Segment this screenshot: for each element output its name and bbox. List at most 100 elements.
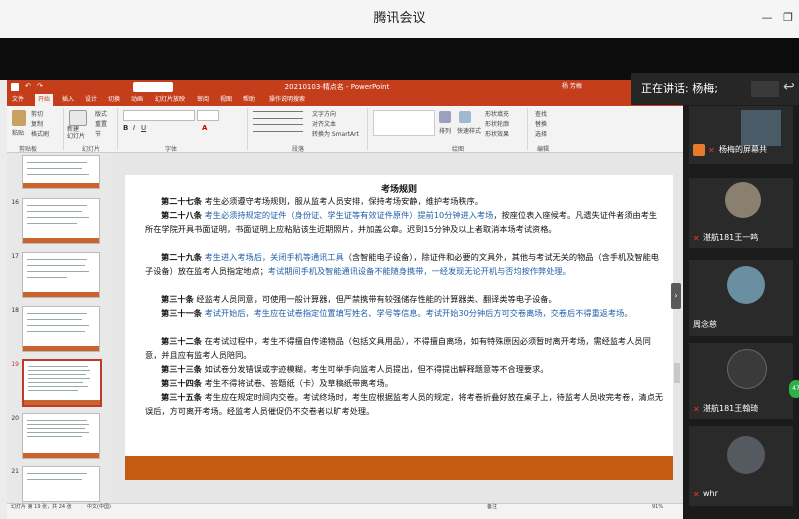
- undo-icon[interactable]: ↶: [25, 82, 31, 90]
- align-text-button[interactable]: 对齐文本: [312, 119, 336, 128]
- redo-icon[interactable]: ↷: [37, 82, 43, 90]
- cut-button[interactable]: 剪切: [31, 109, 43, 118]
- italic-icon[interactable]: I: [133, 124, 135, 132]
- tab-transitions[interactable]: 切换: [108, 94, 120, 106]
- collapse-panel-chevron-icon[interactable]: ›: [671, 283, 681, 309]
- bold-icon[interactable]: B: [123, 124, 128, 132]
- slide-thumbnail-selected[interactable]: [22, 359, 102, 407]
- reset-button[interactable]: 重置: [95, 119, 107, 128]
- ribbon-separator: [527, 108, 528, 150]
- slide-thumbnail[interactable]: [22, 198, 100, 244]
- select-button[interactable]: 选择: [535, 129, 547, 138]
- group-editing-label: 编辑: [537, 146, 550, 153]
- rule-33: 第三十三条 如试卷分发错误或字迹模糊，考生可举手向监考人员提出，但不得提出解释题…: [145, 363, 665, 377]
- participant-name: whr: [703, 489, 718, 498]
- tab-view[interactable]: 视图: [220, 94, 232, 106]
- tab-file[interactable]: 文件: [12, 94, 24, 106]
- quick-styles-icon[interactable]: [459, 111, 471, 123]
- tab-insert[interactable]: 插入: [62, 94, 74, 106]
- group-drawing-label: 绘图: [452, 146, 465, 153]
- rule-label: 第二十八条: [161, 210, 202, 220]
- thumbnail-pane: 16 17 18 19 20 21: [7, 153, 112, 503]
- back-icon[interactable]: ↩: [783, 79, 795, 95]
- bullets-icon[interactable]: [253, 111, 303, 119]
- quick-styles-button[interactable]: 快速样式: [457, 126, 481, 135]
- layout-button[interactable]: 版式: [95, 109, 107, 118]
- tab-review[interactable]: 审阅: [197, 94, 209, 106]
- format-painter-button[interactable]: 格式刷: [31, 129, 49, 138]
- section-button[interactable]: 节: [95, 129, 101, 138]
- group-font-label: 字体: [165, 146, 178, 153]
- ribbon-separator: [367, 108, 368, 150]
- tell-me-search[interactable]: 操作说明搜索: [269, 94, 305, 106]
- powerpoint-window: ↶ ↷ 20210103-精点名 - PowerPoint 杨 芳梅 文件 开始…: [7, 80, 683, 511]
- slide-title: 考场规则: [380, 185, 417, 195]
- shape-outline-button[interactable]: 形状轮廓: [485, 119, 509, 128]
- paste-button[interactable]: 粘贴: [12, 128, 24, 137]
- rule-32: 第三十二条 在考试过程中，考生不得擅自传递物品（包括文具用品），不得擅自离场，如…: [145, 335, 665, 363]
- text-direction-button[interactable]: 文字方向: [312, 109, 336, 118]
- notes-button[interactable]: 备注: [487, 504, 497, 511]
- rule-highlight: 考试期间手机及智能通讯设备不能随身携带，一经发现无论开机与否均按作弊处理。: [267, 265, 571, 276]
- font-color-icon[interactable]: A: [202, 124, 207, 132]
- slide-editing-area: 考场规则 第二十七条 考生必须遵守考场规则，服从监考人员安排，保持考场安静，维护…: [112, 153, 683, 503]
- arrange-icon[interactable]: [439, 111, 451, 123]
- notification-badge: 47: [789, 380, 799, 398]
- new-slide-button[interactable]: 新建 幻灯片: [67, 126, 89, 140]
- vertical-scrollbar[interactable]: [674, 363, 680, 383]
- rule-label: 第二十七条: [161, 196, 202, 206]
- participant-card[interactable]: ✕ 湛航181王翰琦: [689, 343, 793, 419]
- paste-icon[interactable]: [12, 110, 26, 126]
- rule-highlight: 考生必须持规定的证件（身份证、学生证等有效证件原件）提前10分钟进入考场: [204, 210, 494, 220]
- underline-icon[interactable]: U: [141, 124, 146, 132]
- arrange-button[interactable]: 排列: [439, 126, 451, 135]
- tab-animations[interactable]: 动画: [131, 94, 143, 106]
- minimize-icon[interactable]: —: [760, 11, 774, 25]
- participant-name: 湛航181王翰琦: [703, 404, 759, 413]
- current-slide[interactable]: 考场规则 第二十七条 考生必须遵守考场规则，服从监考人员安排，保持考场安静，维护…: [125, 175, 673, 480]
- restore-icon[interactable]: ❐: [781, 11, 795, 25]
- zoom-level[interactable]: 91%: [652, 504, 663, 511]
- tab-help[interactable]: 帮助: [243, 94, 255, 106]
- participant-card[interactable]: ✕ whr: [689, 426, 793, 506]
- slide-count-status: 幻灯片 第 19 张，共 24 张: [11, 504, 72, 510]
- speaking-label: 正在讲话: 杨梅;: [641, 82, 718, 95]
- tab-design[interactable]: 设计: [85, 94, 97, 106]
- tab-slideshow[interactable]: 幻灯片放映: [155, 94, 185, 106]
- slide-thumbnail[interactable]: [22, 413, 100, 459]
- ribbon: 粘贴 剪切 复制 格式刷 剪贴板 新建 幻灯片 版式 重置 节 幻灯片 B I …: [7, 106, 683, 153]
- save-icon[interactable]: [11, 83, 19, 91]
- participant-card[interactable]: ✕ 湛航181王一鸣: [689, 178, 793, 248]
- shape-fill-button[interactable]: 形状填充: [485, 109, 509, 118]
- group-clipboard-label: 剪贴板: [19, 146, 38, 153]
- new-slide-icon[interactable]: [69, 110, 87, 126]
- rule-34: 第三十四条 考生不得将试卷、答题纸（卡）及草稿纸带离考场。: [145, 377, 665, 391]
- rule-text: 考生应在规定时间内交卷。考试终场时，考生应根据监考人员的规定，将考卷折叠好放在桌…: [145, 392, 664, 416]
- shape-effects-button[interactable]: 形状效果: [485, 129, 509, 138]
- slide-thumbnail[interactable]: [22, 466, 100, 502]
- rule-text: 考生必须遵守考场规则，服从监考人员安排，保持考场安静，维护考场秩序。: [204, 196, 483, 206]
- rule-label: 第三十一条: [161, 308, 202, 318]
- copy-button[interactable]: 复制: [31, 119, 43, 128]
- slide-thumbnail[interactable]: [22, 155, 100, 189]
- slide-thumbnail[interactable]: [22, 252, 100, 298]
- find-button[interactable]: 查找: [535, 109, 547, 118]
- participant-name: 湛航181王一鸣: [703, 233, 759, 242]
- participant-card[interactable]: 周念慈: [689, 260, 793, 336]
- language-status: 中文(中国): [87, 504, 111, 510]
- tab-home[interactable]: 开始: [35, 94, 54, 106]
- font-name-select[interactable]: [123, 110, 195, 121]
- slide-number: 20: [11, 415, 19, 422]
- align-icon[interactable]: [253, 124, 303, 132]
- avatar: [727, 266, 765, 304]
- ppt-user-name: 杨 芳梅: [562, 83, 582, 90]
- slide-thumbnail[interactable]: [22, 306, 100, 352]
- participant-card[interactable]: 杨梅的屏幕共 ✕: [689, 106, 793, 164]
- smartart-button[interactable]: 转换为 SmartArt: [312, 129, 359, 138]
- rule-31: 第三十一条 考试开始后，考生应在试卷指定位置填写姓名、学号等信息。考试开始30分…: [145, 307, 665, 321]
- shapes-gallery[interactable]: [373, 110, 435, 136]
- font-size-select[interactable]: [197, 110, 219, 121]
- shared-screen-left-strip: [0, 80, 7, 519]
- rule-label: 第三十三条: [161, 364, 202, 374]
- replace-button[interactable]: 替换: [535, 119, 547, 128]
